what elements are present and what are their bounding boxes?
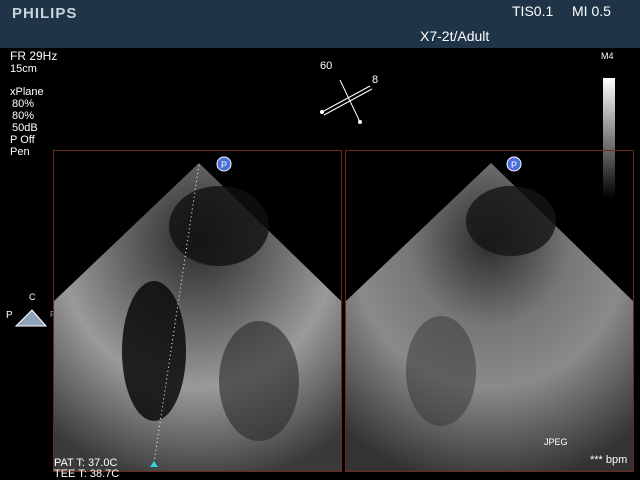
grayscale-label: M4 [601,51,614,61]
param-gain: 80% [12,98,35,110]
svg-text:P: P [511,160,517,170]
probe-label: X7-2t/Adult [420,28,490,44]
jpeg-label: JPEG [544,437,568,447]
param-persist: P Off [10,134,35,146]
header-bar: PHILIPS TIS0.1 MI 0.5 X7-2t/Adult [0,0,640,48]
param-compress: 80% [12,110,35,122]
svg-text:P: P [221,160,227,170]
mi-value: MI 0.5 [572,3,611,19]
right-echo-sector: P [346,156,633,471]
orientation-marker: C P R [6,292,56,332]
plane-lines-icon [320,79,373,124]
plane-angle-indicator: 60 8 [310,58,390,128]
param-dynamic-range: 50dB [12,122,38,134]
param-mode: xPlane [10,86,44,98]
tee-temp: TEE T: 38.7C [54,468,120,480]
tis-value: TIS0.1 [512,3,554,19]
depth: 15cm [10,63,37,75]
frame-rate: FR 29Hz [10,49,58,63]
triangle-icon [14,309,48,327]
brand-logo: PHILIPS [12,5,78,22]
left-image-frame: P [53,150,342,472]
right-image-frame: P JPEG [345,150,634,472]
acquisition-params: xPlane 80% 80% 50dB P Off Pen [10,86,44,158]
left-echo-sector: P [54,156,341,471]
param-pen: Pen [10,146,30,158]
heart-rate: *** bpm [590,454,628,466]
